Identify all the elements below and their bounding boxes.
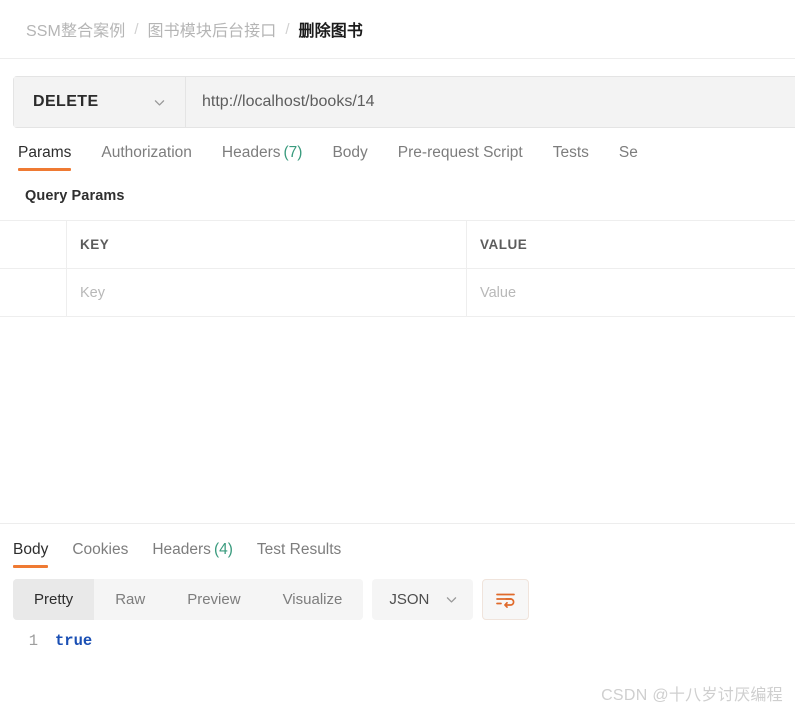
tab-params[interactable]: Params <box>18 144 72 171</box>
response-tab-cookies[interactable]: Cookies <box>72 541 128 568</box>
response-tab-test-results[interactable]: Test Results <box>257 541 341 568</box>
response-language-label: JSON <box>389 591 430 608</box>
response-tab-body-label: Body <box>13 541 49 558</box>
breadcrumb-separator: / <box>134 20 139 38</box>
response-view-mode-group: Pretty Raw Preview Visualize <box>13 579 364 620</box>
column-header-value-label: VALUE <box>480 237 528 252</box>
postman-app-window: SSM整合案例 / 图书模块后台接口 / 删除图书 DELETE http://… <box>0 0 795 711</box>
tab-headers[interactable]: Headers (7) <box>222 144 303 171</box>
select-all-checkbox-cell[interactable] <box>0 221 67 268</box>
response-tab-headers-label: Headers <box>152 541 211 558</box>
param-value-input[interactable]: Value <box>467 269 795 316</box>
request-bar: DELETE http://localhost/books/14 <box>13 76 795 128</box>
view-mode-raw[interactable]: Raw <box>94 579 167 620</box>
request-tabs: Params Authorization Headers (7) Body Pre… <box>0 128 795 171</box>
breadcrumb-item-request: 删除图书 <box>298 23 363 40</box>
http-method-label: DELETE <box>33 93 99 110</box>
tab-tests-label: Tests <box>552 144 589 161</box>
view-mode-visualize[interactable]: Visualize <box>261 579 364 620</box>
param-value-placeholder: Value <box>480 284 517 301</box>
param-key-placeholder: Key <box>80 284 105 301</box>
view-mode-raw-label: Raw <box>115 591 146 608</box>
http-method-select[interactable]: DELETE <box>14 77 186 127</box>
response-language-select[interactable]: JSON <box>372 579 474 620</box>
query-params-title: Query Params <box>25 188 125 204</box>
code-line: 1 true <box>0 632 795 650</box>
response-tabs: Body Cookies Headers (4) Test Results <box>0 524 795 568</box>
query-params-table: KEY VALUE Key Value <box>0 220 795 317</box>
word-wrap-toggle-button[interactable] <box>482 579 530 620</box>
view-mode-visualize-label: Visualize <box>282 591 343 608</box>
tab-headers-count: (7) <box>283 144 303 161</box>
request-url-input[interactable]: http://localhost/books/14 <box>186 77 795 127</box>
column-header-key: KEY <box>67 221 467 268</box>
word-wrap-icon <box>496 593 516 608</box>
column-header-value: VALUE <box>467 221 795 268</box>
tab-body[interactable]: Body <box>332 144 367 171</box>
table-header-row: KEY VALUE <box>0 221 795 269</box>
breadcrumb-separator: / <box>285 20 290 38</box>
tab-headers-label: Headers <box>221 144 281 161</box>
response-tab-cookies-label: Cookies <box>72 541 129 558</box>
breadcrumb: SSM整合案例 / 图书模块后台接口 / 删除图书 <box>0 0 795 59</box>
response-tab-body[interactable]: Body <box>13 541 49 568</box>
breadcrumb-item-folder[interactable]: 图书模块后台接口 <box>148 17 277 41</box>
tab-authorization[interactable]: Authorization <box>101 144 191 171</box>
csdn-watermark: CSDN @十八岁讨厌编程 <box>601 687 783 704</box>
tab-tests[interactable]: Tests <box>553 144 589 171</box>
view-mode-pretty-label: Pretty <box>34 591 74 608</box>
tab-body-label: Body <box>332 144 368 161</box>
table-row: Key Value <box>0 269 795 316</box>
view-mode-pretty[interactable]: Pretty <box>13 579 95 620</box>
response-tab-headers-count: (4) <box>213 541 233 558</box>
breadcrumb-item-collection[interactable]: SSM整合案例 <box>26 17 125 41</box>
row-checkbox-cell[interactable] <box>0 269 67 316</box>
chevron-down-icon <box>154 99 165 106</box>
param-key-input[interactable]: Key <box>67 269 467 316</box>
view-mode-preview[interactable]: Preview <box>166 579 262 620</box>
view-mode-preview-label: Preview <box>187 591 241 608</box>
response-format-toolbar: Pretty Raw Preview Visualize JSON <box>0 568 795 620</box>
chevron-down-icon <box>447 597 457 603</box>
column-header-key-label: KEY <box>80 237 110 252</box>
tab-settings-label: Se <box>618 144 638 161</box>
tab-authorization-label: Authorization <box>101 144 192 161</box>
tab-pre-request-script[interactable]: Pre-request Script <box>398 144 523 171</box>
response-tab-test-results-label: Test Results <box>256 541 342 558</box>
line-number: 1 <box>28 632 38 650</box>
response-tab-headers[interactable]: Headers (4) <box>152 541 233 568</box>
tab-params-label: Params <box>18 144 72 161</box>
tab-pre-request-script-label: Pre-request Script <box>397 144 523 161</box>
request-editor-empty-area <box>0 317 795 523</box>
tab-settings[interactable]: Se <box>619 144 638 171</box>
request-bar-container: DELETE http://localhost/books/14 <box>0 59 795 128</box>
response-body-value: true <box>55 632 93 650</box>
response-body-viewer[interactable]: 1 true <box>0 620 795 676</box>
